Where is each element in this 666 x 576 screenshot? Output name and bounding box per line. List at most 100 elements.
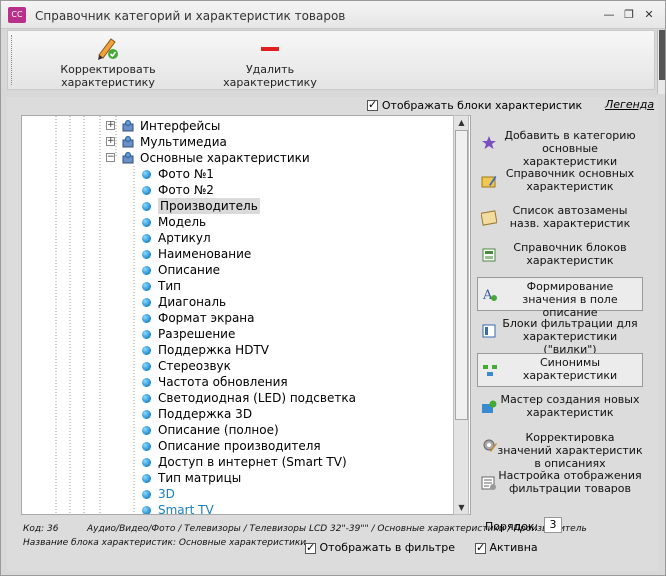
characteristic-dot-icon (142, 362, 151, 371)
tree-node-label: Формат экрана (158, 311, 255, 325)
side-action-button[interactable]: Добавить в категорию основные характерис… (477, 127, 643, 168)
side-action-label: Мастер создания новых характеристик (500, 393, 640, 419)
characteristic-dot-icon (142, 346, 151, 355)
tree-node-label: Описание производителя (158, 439, 321, 453)
order-input[interactable]: 3 (544, 517, 562, 533)
filter-settings-icon (481, 475, 497, 491)
side-action-label: Список автозамены назв. характеристик (509, 204, 631, 230)
tree-node-child[interactable]: Формат экрана (22, 310, 462, 326)
active-option[interactable]: Активна (475, 541, 538, 554)
toolbar: Корректировать характеристику Удалить ха… (7, 30, 655, 90)
close-icon[interactable]: ✕ (643, 9, 655, 21)
tree-node-child[interactable]: Smart TV (22, 502, 462, 515)
tree-node-label: Smart TV (158, 503, 214, 515)
tree-node-label: Описание (полное) (158, 423, 279, 437)
side-action-button[interactable]: A Формирование значения в поле описание (477, 277, 643, 319)
delete-characteristic-label: Удалить характеристику (223, 63, 317, 89)
svg-text:A: A (482, 288, 493, 302)
expand-icon[interactable]: + (106, 121, 115, 130)
tree-scroll-thumb[interactable] (455, 130, 468, 420)
side-action-button[interactable]: Мастер создания новых характеристик (477, 391, 643, 425)
window-controls: — ❐ ✕ (603, 9, 655, 21)
tree-node-label: 3D (158, 487, 175, 501)
characteristic-dot-icon (142, 218, 151, 227)
tree-node-child[interactable]: Описание производителя (22, 438, 462, 454)
tree-node-child[interactable]: Поддержка 3D (22, 406, 462, 422)
side-action-button[interactable]: Настройка отображения фильтрации товаров (477, 467, 643, 501)
tree-node-child[interactable]: Фото №2 (22, 182, 462, 198)
tree-node-label: Основные характеристики (140, 151, 310, 165)
tree-node-label: Наименование (158, 247, 252, 261)
tree-node-child[interactable]: Поддержка HDTV (22, 342, 462, 358)
characteristic-dot-icon (142, 202, 151, 211)
tree-node-parent[interactable]: − Основные характеристики (22, 150, 462, 166)
side-action-label: Формирование значения в поле описание (522, 280, 618, 319)
characteristic-dot-icon (142, 250, 151, 259)
restore-icon[interactable]: ❐ (623, 9, 635, 21)
scroll-up-icon[interactable]: ▲ (455, 116, 468, 129)
minimize-icon[interactable]: — (603, 9, 615, 21)
tree-node-child[interactable]: Доступ в интернет (Smart TV) (22, 454, 462, 470)
characteristic-dot-icon (142, 458, 151, 467)
tree-node-child[interactable]: Тип (22, 278, 462, 294)
show-blocks-option[interactable]: Отображать блоки характеристик (367, 98, 582, 112)
side-action-button[interactable]: Справочник блоков характеристик (477, 239, 643, 273)
show-in-filter-option[interactable]: Отображать в фильтре (305, 541, 455, 554)
pencil-check-icon (20, 33, 196, 63)
characteristic-dot-icon (142, 378, 151, 387)
side-action-label: Добавить в категорию основные характерис… (504, 129, 636, 168)
side-action-button[interactable]: Блоки фильтрации для характеристики ("ви… (477, 315, 643, 356)
side-action-button[interactable]: Список автозамены назв. характеристик (477, 202, 643, 236)
expand-icon[interactable]: + (106, 137, 115, 146)
side-action-button[interactable]: Справочник основных характеристик (477, 165, 643, 199)
tree-node-child[interactable]: Описание (22, 262, 462, 278)
edit-characteristic-button[interactable]: Корректировать характеристику (20, 33, 196, 89)
title-bar: CC Справочник категорий и характеристик … (1, 1, 665, 29)
active-checkbox[interactable] (475, 541, 486, 554)
tree-node-child[interactable]: Производитель (22, 198, 462, 214)
tree-node-label: Разрешение (158, 327, 236, 341)
toolbar-grip[interactable] (11, 35, 14, 85)
options-bar: Отображать блоки характеристик Легенда (7, 97, 659, 113)
tree-node-child[interactable]: 3D (22, 486, 462, 502)
tree-node-parent[interactable]: + Интерфейсы (22, 118, 462, 134)
app-window: CC Справочник категорий и характеристик … (0, 0, 666, 576)
tree-node-child[interactable]: Стереозвук (22, 358, 462, 374)
tree-node-label: Фото №1 (158, 167, 214, 181)
characteristic-dot-icon (142, 330, 151, 339)
show-blocks-checkbox[interactable] (367, 98, 378, 111)
side-action-label: Справочник основных характеристик (505, 167, 635, 193)
tree-node-child[interactable]: Разрешение (22, 326, 462, 342)
collapse-icon[interactable]: − (106, 153, 115, 162)
toolbar-scroll-thumb[interactable] (659, 30, 665, 80)
toolbar-scrollbar[interactable] (657, 30, 665, 94)
tree-node-label: Стереозвук (158, 359, 231, 373)
tree-node-child[interactable]: Светодиодная (LED) подсветка (22, 390, 462, 406)
tree-node-child[interactable]: Описание (полное) (22, 422, 462, 438)
tree-node-child[interactable]: Частота обновления (22, 374, 462, 390)
tree-node-child[interactable]: Диагональ (22, 294, 462, 310)
tree-node-child[interactable]: Модель (22, 214, 462, 230)
tree-node-label: Частота обновления (158, 375, 288, 389)
legend-link[interactable]: Легенда (605, 98, 654, 111)
characteristic-dot-icon (142, 426, 151, 435)
tree-node-child[interactable]: Наименование (22, 246, 462, 262)
characteristic-dot-icon (142, 282, 151, 291)
tree-scrollbar[interactable]: ▲ ▼ (453, 115, 469, 515)
folder-edit-icon (481, 173, 497, 189)
order-label: Порядок: (485, 520, 539, 533)
tree-node-label: Модель (158, 215, 207, 229)
category-tree: + Интерфейсы + Мультимедиа − Основные характе… (21, 115, 471, 515)
side-action-button[interactable]: Синонимы характеристики (477, 353, 643, 387)
minus-icon (201, 33, 339, 63)
tree-node-child[interactable]: Тип матрицы (22, 470, 462, 486)
active-label: Активна (489, 541, 538, 554)
delete-characteristic-button[interactable]: Удалить характеристику (201, 33, 339, 89)
characteristic-dot-icon (142, 394, 151, 403)
tree-node-parent[interactable]: + Мультимедиа (22, 134, 462, 150)
tree-node-child[interactable]: Фото №1 (22, 166, 462, 182)
show-in-filter-checkbox[interactable] (305, 541, 316, 554)
side-action-button[interactable]: Корректировка значений характеристик в о… (477, 429, 643, 470)
scroll-down-icon[interactable]: ▼ (455, 501, 468, 514)
tree-node-child[interactable]: Артикул (22, 230, 462, 246)
